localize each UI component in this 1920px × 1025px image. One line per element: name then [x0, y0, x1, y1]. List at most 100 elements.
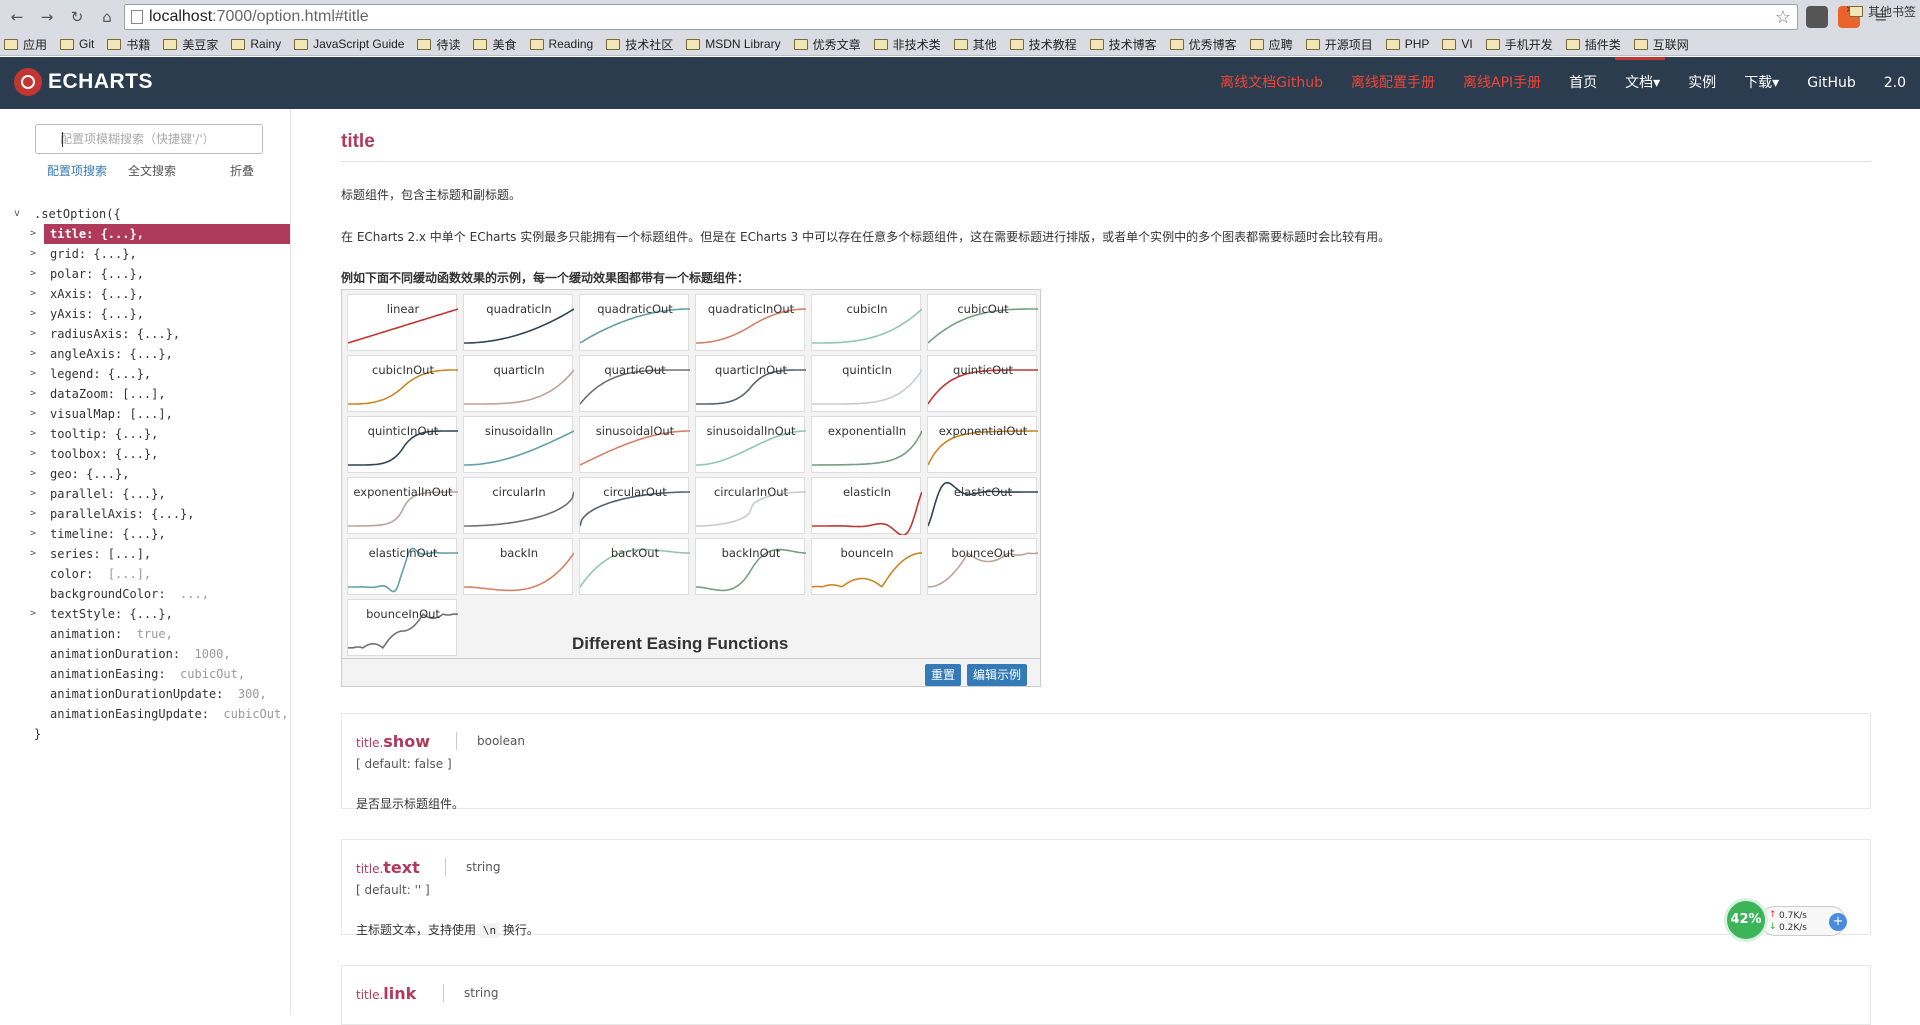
collapsed-arrow-icon[interactable]: > [30, 444, 36, 464]
tree-item[interactable]: > polar: {...}, [12, 264, 290, 284]
folder-icon [953, 38, 968, 50]
intro-text: 标题组件，包含主标题和副标题。 [341, 188, 522, 202]
tree-item[interactable]: backgroundColor: ..., [12, 584, 290, 604]
collapsed-arrow-icon[interactable]: > [30, 524, 36, 544]
bookmark-item[interactable]: 技术博客 [1086, 36, 1166, 53]
bookmark-item[interactable]: Git [56, 37, 103, 51]
bookmark-item[interactable]: 技术社区 [602, 36, 682, 53]
nav-link[interactable]: 离线配置手册 [1337, 57, 1449, 109]
tree-item[interactable]: color: [...], [12, 564, 290, 584]
bookmark-item[interactable]: Rainy [227, 37, 290, 51]
bookmark-item[interactable]: 优秀博客 [1166, 36, 1246, 53]
tree-root[interactable]: v .setOption({ [12, 204, 290, 224]
tree-item[interactable]: > series: [...], [12, 544, 290, 564]
bookmark-item[interactable]: 技术教程 [1006, 36, 1086, 53]
edit-example-button[interactable]: 编辑示例 [967, 664, 1028, 686]
tree-item[interactable]: > textStyle: {...}, [12, 604, 290, 624]
nav-link[interactable]: 离线API手册 [1449, 57, 1555, 109]
collapsed-arrow-icon[interactable]: > [30, 384, 36, 404]
other-bookmarks[interactable]: 其他书签 [1848, 3, 1916, 20]
bookmark-item[interactable]: 美豆家 [159, 36, 227, 53]
nav-link[interactable]: 实例 [1674, 57, 1730, 109]
tree-item[interactable]: > visualMap: [...], [12, 404, 290, 424]
bookmark-item[interactable]: 其他 [950, 36, 1006, 53]
bookmark-item[interactable]: 非技术类 [870, 36, 950, 53]
bookmark-item[interactable]: MSDN Library [682, 37, 789, 51]
back-icon[interactable]: ← [6, 6, 28, 28]
collapsed-arrow-icon[interactable]: > [30, 404, 36, 424]
tree-item[interactable]: animation: true, [12, 624, 290, 644]
tree-item[interactable]: > tooltip: {...}, [12, 424, 290, 444]
bookmark-item[interactable]: 互联网 [1630, 36, 1698, 53]
network-speed-widget[interactable]: ↑ 0.7K/s ↓ 0.2K/s + 42% [1724, 898, 1850, 942]
bookmark-item[interactable]: 开源项目 [1302, 36, 1382, 53]
bookmark-item[interactable]: 美食 [469, 36, 525, 53]
tree-item[interactable]: animationEasingUpdate: cubicOut, [12, 704, 290, 724]
bookmark-item[interactable]: VI [1438, 37, 1481, 51]
expand-arrow-icon[interactable]: v [14, 204, 20, 224]
address-bar[interactable]: localhost:7000/option.html#title ☆ [124, 4, 1798, 30]
collapsed-arrow-icon[interactable]: > [30, 224, 36, 244]
collapsed-arrow-icon[interactable]: > [30, 244, 36, 264]
collapse-link[interactable]: 折叠 [230, 162, 254, 179]
bookmark-item[interactable]: Reading [526, 37, 603, 51]
bookmark-item[interactable]: 手机开发 [1482, 36, 1562, 53]
bookmark-item[interactable]: JavaScript Guide [290, 37, 413, 51]
collapsed-arrow-icon[interactable]: > [30, 544, 36, 564]
collapsed-arrow-icon[interactable]: > [30, 424, 36, 444]
home-icon[interactable]: ⌂ [96, 6, 118, 28]
bookmark-item[interactable]: 插件类 [1562, 36, 1630, 53]
pocket-icon[interactable] [1806, 6, 1828, 28]
nav-link[interactable]: 下载▾ [1730, 57, 1793, 109]
tree-item[interactable]: > parallelAxis: {...}, [12, 504, 290, 524]
tree-item[interactable]: animationDurationUpdate: 300, [12, 684, 290, 704]
bookmark-item[interactable]: 应用 [0, 36, 56, 53]
bookmark-star-icon[interactable]: ☆ [1775, 5, 1791, 29]
bookmark-item[interactable]: 待读 [413, 36, 469, 53]
tree-item[interactable]: > xAxis: {...}, [12, 284, 290, 304]
easing-label: circularOut [603, 485, 667, 499]
reload-icon[interactable]: ↻ [66, 6, 88, 28]
nav-link[interactable]: 首页 [1555, 57, 1611, 109]
tree-item[interactable]: animationDuration: 1000, [12, 644, 290, 664]
tree-item[interactable]: > dataZoom: [...], [12, 384, 290, 404]
tree-item[interactable]: > yAxis: {...}, [12, 304, 290, 324]
nav-link[interactable]: 2.0 [1870, 57, 1920, 109]
tree-item[interactable]: > timeline: {...}, [12, 524, 290, 544]
tree-item[interactable]: > grid: {...}, [12, 244, 290, 264]
nav-link[interactable]: 离线文档Github [1206, 57, 1337, 109]
collapsed-arrow-icon[interactable]: > [30, 504, 36, 524]
upload-arrow-icon: ↑ [1769, 910, 1777, 920]
collapsed-arrow-icon[interactable]: > [30, 264, 36, 284]
echarts-logo[interactable]: ECHARTS [14, 68, 153, 96]
tree-item[interactable]: > toolbox: {...}, [12, 444, 290, 464]
easing-label: sinusoidalIn [484, 424, 554, 438]
collapsed-arrow-icon[interactable]: > [30, 344, 36, 364]
collapsed-arrow-icon[interactable]: > [30, 284, 36, 304]
tab-fulltext-search[interactable]: 全文搜索 [128, 162, 176, 179]
tree-item[interactable]: > parallel: {...}, [12, 484, 290, 504]
tree-item[interactable]: > radiusAxis: {...}, [12, 324, 290, 344]
nav-link[interactable]: 文档▾ [1611, 57, 1674, 109]
forward-icon[interactable]: → [36, 6, 58, 28]
collapsed-arrow-icon[interactable]: > [30, 304, 36, 324]
nav-link[interactable]: GitHub [1793, 57, 1870, 109]
tree-item[interactable]: > geo: {...}, [12, 464, 290, 484]
collapsed-arrow-icon[interactable]: > [30, 364, 36, 384]
tree-item[interactable]: animationEasing: cubicOut, [12, 664, 290, 684]
search-input[interactable]: 配置项模糊搜索（快捷键'/'） [35, 124, 263, 154]
bookmark-item[interactable]: 优秀文章 [790, 36, 870, 53]
collapsed-arrow-icon[interactable]: > [30, 464, 36, 484]
tree-item[interactable]: > angleAxis: {...}, [12, 344, 290, 364]
collapsed-arrow-icon[interactable]: > [30, 484, 36, 504]
tab-option-search[interactable]: 配置项搜索 [47, 162, 107, 179]
reset-button[interactable]: 重置 [925, 664, 962, 686]
collapsed-arrow-icon[interactable]: > [30, 604, 36, 624]
collapsed-arrow-icon[interactable]: > [30, 324, 36, 344]
bookmark-item[interactable]: 书籍 [103, 36, 159, 53]
bookmark-item[interactable]: PHP [1382, 37, 1439, 51]
plus-icon[interactable]: + [1829, 913, 1847, 931]
tree-item[interactable]: > title: {...}, [12, 224, 290, 244]
bookmark-item[interactable]: 应聘 [1246, 36, 1302, 53]
tree-item[interactable]: > legend: {...}, [12, 364, 290, 384]
